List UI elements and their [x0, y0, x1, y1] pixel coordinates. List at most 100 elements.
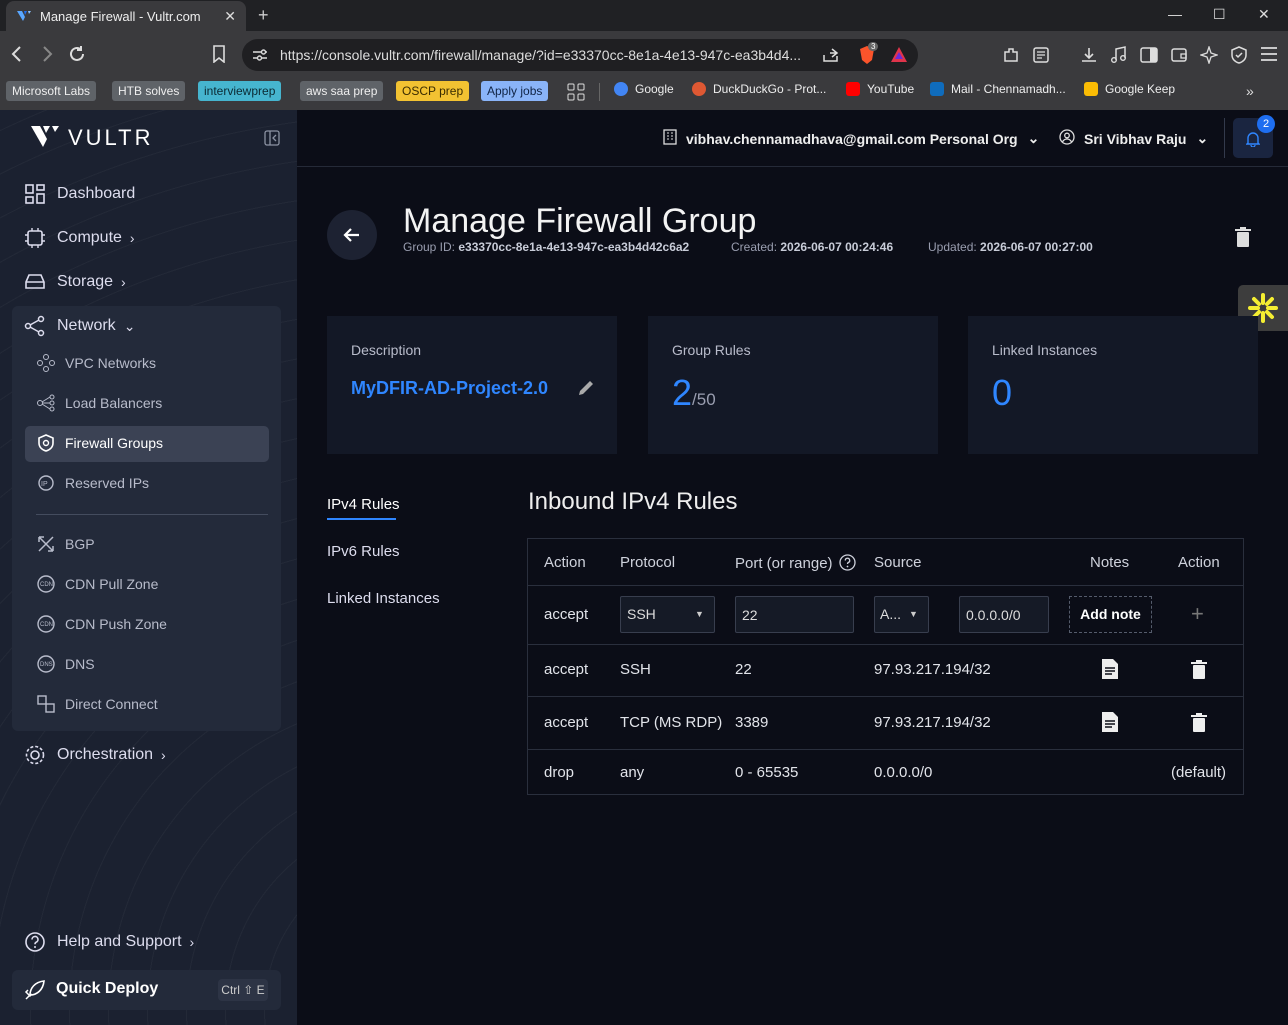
bookmark-duckduckgo[interactable]: DuckDuckGo - Prot...: [692, 82, 826, 96]
protocol-select[interactable]: SSH ▼: [620, 596, 715, 633]
collapse-sidebar-icon[interactable]: [264, 130, 280, 151]
edit-pencil-icon[interactable]: [577, 379, 595, 402]
bookmark-google[interactable]: Google: [614, 82, 674, 96]
vpn-shield-icon[interactable]: [1230, 46, 1248, 69]
delete-group-trash-icon[interactable]: [1234, 226, 1252, 253]
apps-grid-icon[interactable]: [567, 83, 585, 106]
sidebar-toggle-icon[interactable]: [1140, 46, 1158, 69]
mail-icon: [930, 82, 944, 96]
rule-2-port: 3389: [735, 714, 769, 731]
site-settings-icon[interactable]: [252, 48, 268, 67]
delete-rule-trash-icon[interactable]: [1191, 713, 1207, 738]
new-rule-action: accept: [544, 606, 589, 623]
nav-cdn-push-label: CDN Push Zone: [65, 616, 167, 632]
nav-help-label: Help and Support: [57, 933, 182, 950]
help-circle-icon[interactable]: [839, 554, 856, 575]
downloads-icon[interactable]: [1080, 46, 1098, 69]
chevron-down-icon: ⌄: [1027, 130, 1040, 146]
nav-vpc-label: VPC Networks: [65, 355, 157, 371]
protocol-selected-value: SSH: [627, 606, 656, 622]
google-keep-icon: [1084, 82, 1098, 96]
tab-linked-instances[interactable]: Linked Instances: [327, 590, 440, 607]
google-icon: [614, 82, 628, 96]
media-icon[interactable]: [1110, 46, 1128, 69]
leo-ai-icon[interactable]: [1198, 44, 1220, 69]
vultr-logo[interactable]: VULTR: [22, 124, 154, 152]
maximize-icon[interactable]: ☐: [1213, 6, 1226, 23]
user-menu[interactable]: Sri Vibhav Raju ⌄: [1059, 129, 1208, 148]
bookmark-google-keep[interactable]: Google Keep: [1084, 82, 1175, 96]
more-bookmarks-icon[interactable]: »: [1246, 83, 1254, 99]
nav-dns[interactable]: DNS DNS: [36, 654, 95, 674]
bookmark-folder-microsoft-labs[interactable]: Microsoft Labs: [6, 81, 97, 101]
nav-direct-label: Direct Connect: [65, 696, 158, 712]
source-type-select[interactable]: A... ▼: [874, 596, 929, 633]
firewall-shield-icon: [36, 433, 56, 453]
browser-tab[interactable]: Manage Firewall - Vultr.com ✕: [6, 1, 246, 31]
nav-orchestration[interactable]: Orchestration ›: [24, 744, 166, 766]
nav-lb-label: Load Balancers: [65, 395, 163, 411]
rule-2-protocol: TCP (MS RDP): [620, 714, 723, 731]
nav-load-balancers[interactable]: Load Balancers: [36, 393, 162, 413]
bookmark-icon[interactable]: [212, 45, 226, 68]
dns-icon: DNS: [36, 654, 56, 674]
reload-icon[interactable]: [68, 45, 86, 68]
window-close-icon[interactable]: ✕: [1258, 6, 1270, 23]
bookmark-folder-apply-jobs[interactable]: Apply jobs: [481, 81, 549, 101]
note-document-icon[interactable]: [1101, 658, 1119, 685]
nav-network[interactable]: Network ⌄: [24, 315, 135, 337]
nav-bgp[interactable]: BGP: [36, 534, 95, 554]
rule-default-protocol: any: [620, 764, 645, 781]
add-rule-plus-icon[interactable]: +: [1191, 601, 1204, 627]
tab-ipv6-rules[interactable]: IPv6 Rules: [327, 543, 400, 560]
minimize-icon[interactable]: —: [1168, 6, 1182, 22]
add-note-button[interactable]: Add note: [1069, 596, 1152, 633]
new-tab-icon[interactable]: +: [258, 5, 269, 26]
address-bar[interactable]: https://console.vultr.com/firewall/manag…: [242, 39, 918, 71]
building-icon: [663, 129, 677, 148]
forward-icon[interactable]: [40, 45, 54, 68]
svg-text:CDN: CDN: [40, 622, 53, 628]
extensions-icon[interactable]: [1002, 46, 1020, 69]
nav-storage[interactable]: Storage ›: [24, 271, 126, 293]
nav-direct-connect[interactable]: Direct Connect: [36, 694, 158, 714]
nav-help-support[interactable]: Help and Support ›: [24, 931, 194, 953]
port-input[interactable]: 22: [735, 596, 854, 633]
quick-deploy-button[interactable]: Quick Deploy Ctrl ⇧ E: [12, 970, 281, 1010]
nav-reserved-ips[interactable]: IP Reserved IPs: [36, 473, 149, 493]
share-icon[interactable]: [822, 47, 840, 68]
bookmark-folder-aws-saa-prep[interactable]: aws saa prep: [300, 81, 384, 101]
bookmark-youtube[interactable]: YouTube: [846, 82, 914, 96]
submenu-divider: [36, 514, 268, 515]
cdn-icon: CDN: [36, 614, 56, 634]
close-tab-icon[interactable]: ✕: [224, 8, 236, 25]
duckduckgo-icon: [692, 82, 706, 96]
back-button[interactable]: [327, 210, 377, 260]
nav-compute[interactable]: Compute ›: [24, 227, 135, 249]
nav-cdn-push-zone[interactable]: CDN CDN Push Zone: [36, 614, 167, 634]
group-rules-card: Group Rules 2/50: [648, 316, 938, 454]
chevron-down-icon: ⌄: [1196, 130, 1209, 146]
col-notes: Notes: [1090, 554, 1130, 571]
back-icon[interactable]: [10, 45, 24, 68]
bookmark-divider: [599, 83, 600, 101]
tab-ipv4-rules[interactable]: IPv4 Rules: [327, 496, 400, 513]
bookmark-mail[interactable]: Mail - Chennamadh...: [930, 82, 1066, 96]
bookmark-folder-interviewprep[interactable]: interviewprep: [198, 81, 282, 101]
nav-vpc-networks[interactable]: VPC Networks: [36, 353, 156, 373]
menu-icon[interactable]: [1260, 46, 1278, 67]
reader-mode-icon[interactable]: [1032, 46, 1050, 69]
bookmark-folder-htb-solves[interactable]: HTB solves: [112, 81, 186, 101]
note-document-icon[interactable]: [1101, 711, 1119, 738]
brave-rewards-icon[interactable]: [890, 46, 908, 69]
rule-default-action: drop: [544, 764, 575, 781]
rule-default-port: 0 - 65535: [735, 764, 799, 781]
bookmark-folder-oscp-prep[interactable]: OSCP prep: [396, 81, 470, 101]
delete-rule-trash-icon[interactable]: [1191, 660, 1207, 685]
source-ip-input[interactable]: 0.0.0.0/0: [959, 596, 1049, 633]
nav-cdn-pull-zone[interactable]: CDN CDN Pull Zone: [36, 574, 158, 594]
nav-firewall-groups[interactable]: Firewall Groups: [36, 433, 163, 453]
org-selector[interactable]: vibhav.chennamadhava@gmail.com Personal …: [663, 129, 1039, 148]
wallet-icon[interactable]: [1170, 46, 1188, 69]
nav-dashboard[interactable]: Dashboard: [24, 183, 135, 205]
